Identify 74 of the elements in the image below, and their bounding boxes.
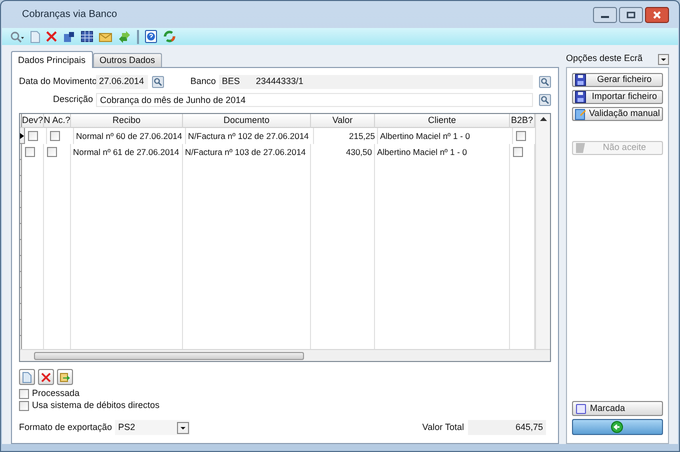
action-button[interactable]: Validação manual [572,107,663,121]
field-label: Descrição [52,93,94,106]
dropdown-value: PS2 [118,420,136,434]
total-field: 645,75 [468,420,546,435]
new-document-button[interactable] [19,369,35,385]
search-icon[interactable] [152,76,164,88]
flag-icon [575,142,587,154]
new-document-icon [22,372,32,382]
maximize-button[interactable] [619,6,643,22]
checkbox[interactable] [19,388,29,398]
search-icon[interactable] [10,30,24,42]
new-document-icon[interactable] [30,30,40,42]
table-cell-text: Albertino Maciel nº 1 - 0 [379,130,472,142]
checkbox[interactable] [25,147,35,157]
checkbox[interactable] [50,131,60,141]
delete-icon [41,372,51,382]
checkbox[interactable] [513,147,523,157]
import-button[interactable] [57,369,73,385]
field-label: Formato de exportação [19,420,114,434]
column-header[interactable]: Valor [311,114,375,128]
checkbox-label: Processada [32,386,80,400]
vertical-scrollbar[interactable] [535,114,550,349]
row-header[interactable] [20,128,25,144]
horizontal-scrollbar[interactable] [20,349,550,361]
field-label: Valor Total [422,420,465,434]
import-icon [60,372,70,382]
table-cell-text: N/Factura nº 103 de 27.06.2014 [184,146,307,158]
bank-account: 23444333/1 [256,75,304,88]
calendar-icon[interactable] [81,31,93,42]
checkbox[interactable] [47,147,57,157]
table-cell-text: 215,25 [348,130,376,142]
arrow-icon [611,421,624,433]
tab[interactable]: Dados Principais [11,51,93,68]
refresh-icon[interactable] [163,30,176,43]
export-format-dropdown[interactable]: PS2 [115,420,190,435]
checkbox[interactable] [19,400,29,410]
description-field[interactable]: Cobrança do mês de Junho de 2014 [96,93,534,107]
column-header[interactable]: Cliente [375,114,510,128]
column-header[interactable]: Recibo [71,114,183,128]
close-button[interactable] [645,6,669,22]
checkbox-label: Usa sistema de débitos directos [32,398,160,412]
tab[interactable]: Outros Dados [92,53,162,67]
current-row-icon [20,132,24,138]
table-cell-text: Normal nº 60 de 27.06.2014 [75,130,184,142]
minimize-button[interactable] [593,6,617,22]
window-title: Cobranças via Banco [22,8,118,22]
scroll-thumb[interactable] [34,352,304,360]
action-button[interactable]: Gerar ficheiro [572,73,663,87]
field-label: Banco [189,75,217,88]
action-button[interactable]: Importar ficheiro [572,90,663,104]
column-header[interactable]: Documento [183,114,311,128]
envelope-icon[interactable] [99,31,112,42]
table-cell-text: N/Factura nº 102 de 27.06.2014 [187,130,310,142]
search-icon[interactable] [539,94,551,106]
table-cell-text: Normal nº 61 de 27.06.2014 [72,146,180,158]
delete-button[interactable] [38,369,54,385]
table-cell-text: Albertino Maciel nº 1 - 0 [376,146,468,158]
checkbox[interactable] [516,131,526,141]
confirm-button[interactable] [572,419,663,435]
transfer-icon[interactable] [118,30,131,42]
field-label: Data do Movimento [19,75,96,88]
notepad-icon [575,108,587,120]
help-icon[interactable] [145,30,157,43]
table-cell-text: 430,50 [345,146,373,158]
scroll-up-icon[interactable] [540,117,546,121]
panel-title: Opções deste Ecrã [566,52,643,66]
copy-icon[interactable] [63,30,75,42]
search-icon[interactable] [539,76,551,88]
bank-code: BES [222,75,240,88]
date-field: 27.06.2014 [96,75,148,89]
delete-icon[interactable] [46,31,57,42]
checkbox[interactable] [28,131,38,141]
column-header[interactable]: N Ac.? [44,114,71,128]
marcada-button[interactable]: Marcada [572,401,663,416]
